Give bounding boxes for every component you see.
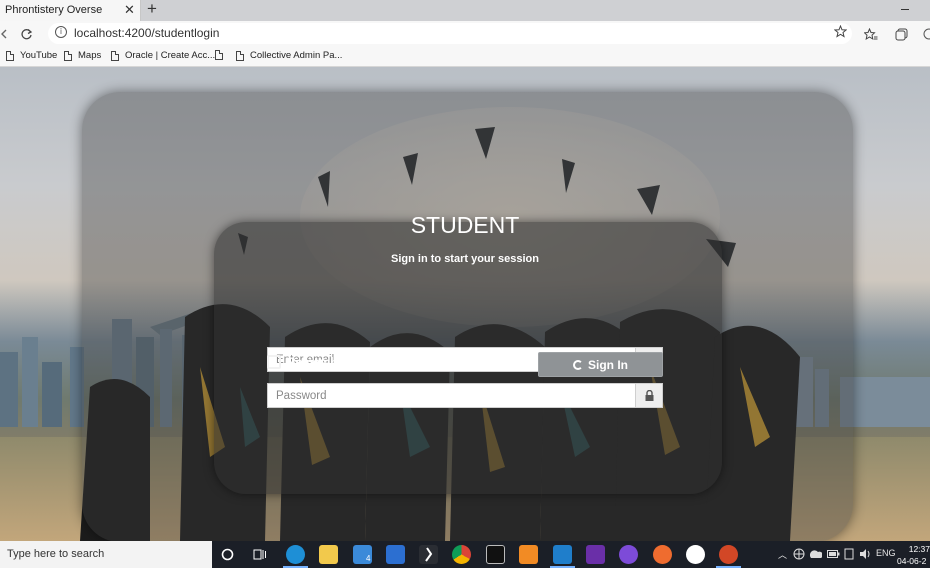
- mail-badge: 4: [366, 554, 371, 563]
- page-background: [0, 67, 930, 541]
- favorite-star-icon[interactable]: [833, 24, 848, 41]
- clock-date: 04-06-2: [897, 556, 927, 566]
- cortana-icon[interactable]: [221, 548, 234, 561]
- taskbar-clock[interactable]: 12:37 04-06-2: [897, 543, 930, 567]
- spinner-icon: [573, 359, 583, 370]
- browser-toolbar: i localhost:4200/studentlogin: [0, 21, 930, 46]
- task-view-icon[interactable]: [253, 548, 267, 561]
- login-subtitle: Sign in to start your session: [391, 253, 539, 265]
- bookmark-label: Collective Admin Pa...: [250, 50, 343, 61]
- bookmark-label: Maps: [78, 50, 102, 61]
- bookmark-maps[interactable]: Maps: [64, 50, 101, 61]
- page-icon: [111, 50, 119, 61]
- app-icon[interactable]: [419, 545, 438, 564]
- edge-icon[interactable]: [283, 545, 308, 568]
- github-icon[interactable]: [619, 545, 638, 564]
- bookmark-label: Oracle | Create Acc...: [125, 50, 216, 61]
- device-icon[interactable]: [844, 548, 854, 560]
- password-field[interactable]: [268, 384, 636, 407]
- vscode-icon[interactable]: [550, 545, 575, 568]
- close-tab-icon[interactable]: ✕: [124, 2, 135, 18]
- bookmark-label: YouTube: [20, 50, 58, 61]
- page-icon: [236, 50, 244, 61]
- address-url[interactable]: localhost:4200/studentlogin: [74, 26, 219, 40]
- profile-icon[interactable]: [920, 25, 930, 43]
- bookmark-untitled[interactable]: [215, 50, 229, 60]
- sublime-icon[interactable]: [519, 545, 538, 564]
- page-icon: [215, 50, 223, 60]
- mail-icon[interactable]: 4: [353, 545, 372, 564]
- login-title: STUDENT: [410, 212, 520, 238]
- back-icon[interactable]: [0, 25, 14, 43]
- battery-icon[interactable]: [827, 550, 840, 558]
- new-tab-icon[interactable]: +: [147, 0, 157, 19]
- language-indicator[interactable]: ENG: [876, 548, 896, 558]
- remember-me-checkbox[interactable]: [267, 355, 281, 369]
- lock-icon: [635, 384, 662, 407]
- chevron-up-icon[interactable]: ︿: [778, 548, 787, 561]
- remember-me[interactable]: Remember Me: [267, 355, 369, 369]
- volume-icon[interactable]: [859, 548, 871, 560]
- intellij-icon[interactable]: [586, 545, 605, 564]
- android-icon[interactable]: [686, 545, 705, 564]
- taskbar-search-placeholder: Type here to search: [7, 548, 105, 560]
- browser-tab[interactable]: Phrontistery Overse ✕: [0, 0, 141, 21]
- favorites-icon[interactable]: [862, 25, 880, 43]
- page-icon: [6, 50, 14, 61]
- bookmarks-bar: YouTube Maps Oracle | Create Acc... Coll…: [0, 46, 930, 67]
- bookmark-youtube[interactable]: YouTube: [6, 50, 57, 61]
- tab-title: Phrontistery Overse: [5, 4, 103, 16]
- sign-in-label: Sign In: [588, 357, 628, 372]
- taskbar-search[interactable]: Type here to search: [0, 541, 212, 568]
- bookmark-collective-admin[interactable]: Collective Admin Pa...: [236, 50, 342, 61]
- taskbar: Type here to search 4 ︿ ENG 12:37 04-06-…: [0, 541, 930, 568]
- minimize-icon[interactable]: [898, 0, 912, 18]
- chrome-icon[interactable]: [452, 545, 471, 564]
- powerpoint-icon[interactable]: [716, 545, 741, 568]
- dropbox-icon[interactable]: [386, 545, 405, 564]
- reload-icon[interactable]: [17, 25, 35, 43]
- collections-icon[interactable]: [892, 25, 910, 43]
- page-icon: [64, 50, 72, 61]
- postman-icon[interactable]: [653, 545, 672, 564]
- sign-in-button[interactable]: Sign In: [538, 352, 663, 377]
- remember-me-label: Remember Me: [287, 355, 370, 369]
- site-info-icon[interactable]: i: [55, 26, 67, 38]
- onedrive-icon[interactable]: [810, 549, 822, 559]
- tab-bar: Phrontistery Overse ✕ +: [0, 0, 930, 21]
- file-explorer-icon[interactable]: [319, 545, 338, 564]
- address-bar[interactable]: i localhost:4200/studentlogin: [48, 23, 852, 44]
- bookmark-oracle[interactable]: Oracle | Create Acc...: [111, 50, 215, 61]
- terminal-icon[interactable]: [486, 545, 505, 564]
- network-globe-icon[interactable]: [793, 548, 805, 560]
- clock-time: 12:37: [908, 544, 930, 554]
- password-field-group: [267, 383, 663, 408]
